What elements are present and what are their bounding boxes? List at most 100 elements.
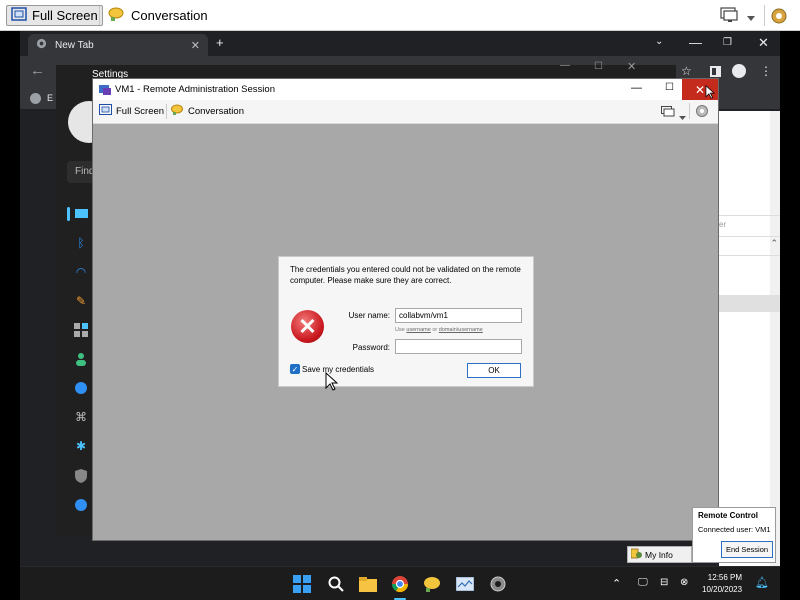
settings-maximize-icon[interactable]: ☐ (594, 61, 603, 72)
vm-window-title: VM1 - Remote Administration Session (115, 84, 275, 95)
settings-close-icon[interactable]: ✕ (627, 60, 636, 73)
minimize-icon[interactable]: — (689, 35, 702, 50)
hint-domain-link[interactable]: domain\username (439, 327, 483, 333)
tab-close-icon[interactable]: ✕ (191, 39, 200, 52)
host-full-screen-label: Full Screen (32, 8, 98, 23)
vm-full-screen-button[interactable]: Full Screen (99, 104, 164, 118)
active-nav-indicator (67, 207, 70, 221)
display-monitor-icon[interactable] (720, 7, 738, 28)
chevron-down-icon[interactable] (746, 10, 756, 28)
apps-icon[interactable] (73, 322, 89, 338)
windows-taskbar: ⌃ 🖵 ⊟ ⊗ 12:56 PM 10/20/2023 🔔︎ (20, 566, 780, 600)
chrome-logo-icon (36, 38, 47, 52)
conversation-app-icon[interactable] (421, 573, 443, 595)
clock-time: 12:56 PM (707, 573, 743, 582)
vm-toolbar-separator (166, 104, 167, 119)
remote-control-popup: Remote Control Connected user: VM1 End S… (692, 507, 776, 563)
display-monitor-icon[interactable] (661, 105, 675, 123)
remote-cursor-icon (705, 85, 715, 99)
vm-conversation-label: Conversation (188, 106, 244, 117)
hint-username-link[interactable]: username (406, 327, 430, 333)
username-label: User name: (348, 311, 390, 320)
panel-divider (719, 215, 780, 216)
time-language-icon[interactable] (73, 380, 89, 396)
close-icon[interactable]: ✕ (758, 35, 769, 51)
chrome-tab[interactable]: New Tab ✕ (28, 34, 208, 56)
panel-divider (719, 255, 780, 256)
volume-muted-icon[interactable]: ⊗ (680, 577, 688, 588)
more-options-icon[interactable]: ⋮ (760, 64, 772, 78)
start-windows-icon[interactable] (291, 573, 313, 595)
vm-conversation-button[interactable]: Conversation (171, 104, 244, 119)
privacy-shield-icon[interactable] (73, 468, 89, 484)
save-credentials-label[interactable]: Save my credentials (302, 365, 374, 374)
bookmark-star-icon[interactable]: ☆ (681, 64, 692, 78)
bluetooth-icon[interactable]: ᛒ (73, 235, 89, 251)
hint-or: or (432, 327, 438, 333)
side-panel-icon[interactable] (710, 66, 721, 77)
back-arrow-icon[interactable]: ← (30, 62, 45, 79)
clock-date: 10/20/2023 (702, 585, 743, 594)
task-manager-icon[interactable] (454, 573, 476, 595)
bookmark-label[interactable]: E (47, 93, 53, 103)
panel-highlight-row (719, 295, 780, 312)
restore-icon[interactable]: ❐ (723, 37, 732, 48)
vm-titlebar: VM1 - Remote Administration Session — ☐ … (93, 79, 718, 100)
host-conversation-label: Conversation (131, 8, 208, 23)
profile-avatar-icon[interactable] (732, 64, 746, 78)
host-full-screen-button[interactable]: Full Screen (6, 5, 103, 26)
chevron-up-icon[interactable]: ⌃ (770, 238, 778, 249)
my-info-icon (630, 548, 642, 561)
gear-icon[interactable] (695, 104, 709, 123)
my-info-button[interactable]: My Info (627, 546, 692, 563)
network-icon[interactable]: ⊟ (660, 577, 668, 588)
notification-bell-icon[interactable]: 🔔︎ (755, 576, 769, 589)
credentials-dialog: The credentials you entered could not be… (278, 256, 534, 387)
scrollbar[interactable] (770, 111, 780, 566)
my-info-label: My Info (645, 549, 673, 560)
username-input[interactable]: collabvm/vm1 (395, 308, 522, 323)
close-icon: ✕ (694, 82, 706, 97)
chevron-down-icon[interactable] (679, 108, 686, 126)
username-value: collabvm/vm1 (399, 311, 448, 320)
password-input[interactable] (395, 339, 522, 354)
host-toolbar-divider (764, 5, 765, 26)
accounts-icon[interactable] (73, 351, 89, 367)
personalization-icon[interactable]: ✎ (73, 293, 89, 309)
settings-gear-icon[interactable] (487, 573, 509, 595)
display-icon[interactable]: 🖵 (638, 577, 648, 588)
windows-update-icon[interactable] (73, 497, 89, 513)
chevron-up-icon[interactable]: ⌃ (612, 577, 621, 590)
gaming-icon[interactable]: ⌘ (73, 409, 89, 425)
full-screen-icon (11, 7, 27, 24)
background-page-panel: er ⌃ (719, 111, 780, 566)
password-label: Password: (352, 343, 390, 352)
host-conversation-button[interactable]: Conversation (104, 5, 212, 26)
vm-toolbar: Full Screen Conversation (93, 100, 718, 124)
gear-icon[interactable] (770, 7, 788, 30)
chrome-tab-bar: New Tab ✕ + ⌄ — ❐ ✕ (20, 31, 780, 56)
file-explorer-icon[interactable] (357, 573, 379, 595)
error-icon: ✕ (291, 310, 324, 343)
settings-minimize-icon[interactable]: — (560, 60, 570, 71)
connected-user-text: Connected user: VM1 (698, 525, 771, 534)
save-credentials-checkbox[interactable]: ✓ (290, 364, 300, 374)
vm-maximize-icon[interactable]: ☐ (665, 82, 674, 93)
panel-divider (719, 236, 780, 237)
vm-minimize-icon[interactable]: — (631, 82, 642, 94)
full-screen-icon (99, 104, 112, 118)
ok-button[interactable]: OK (467, 363, 521, 378)
accessibility-icon[interactable]: ✱ (73, 438, 89, 454)
chevron-down-icon[interactable]: ⌄ (655, 36, 663, 47)
chrome-icon[interactable] (389, 573, 411, 595)
search-icon[interactable] (325, 573, 347, 595)
username-hint: Use username or domain\username (395, 327, 483, 333)
wifi-icon[interactable]: ◠ (73, 264, 89, 280)
vm-toolbar-divider (689, 103, 690, 119)
clock[interactable]: 12:56 PM 10/20/2023 (702, 572, 742, 596)
system-icon[interactable] (73, 206, 89, 222)
host-toolbar-separator (99, 6, 100, 25)
end-session-button[interactable]: End Session (721, 541, 773, 558)
new-tab-icon[interactable]: + (216, 35, 224, 50)
host-toolbar: Full Screen Conversation (0, 0, 800, 31)
